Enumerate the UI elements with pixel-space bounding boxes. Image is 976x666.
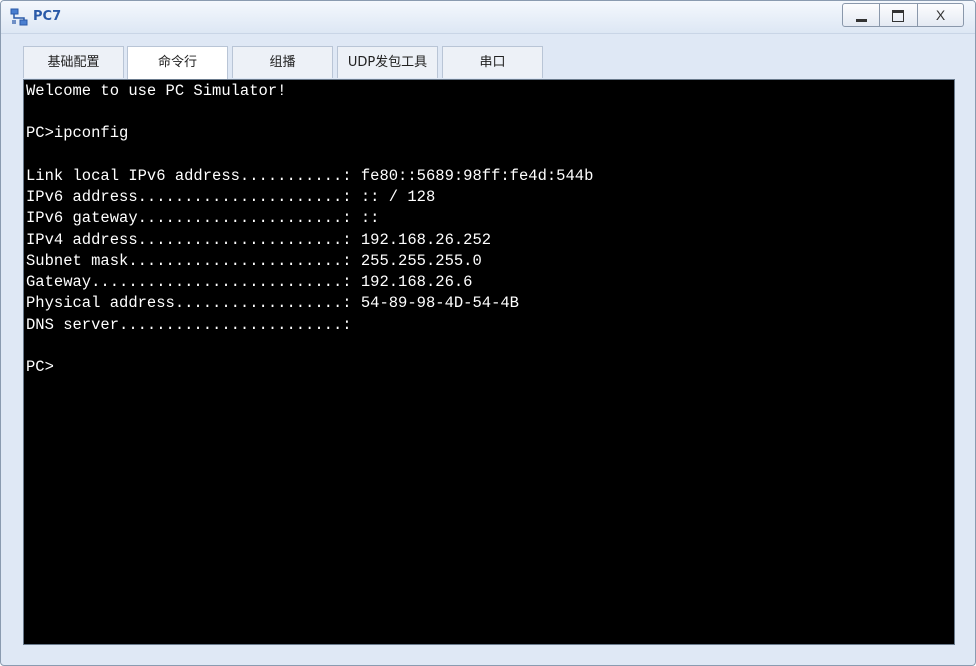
pc-network-icon xyxy=(10,8,28,26)
terminal-line: PC>ipconfig xyxy=(26,124,129,142)
title-bar[interactable]: PC7 X xyxy=(1,1,975,34)
terminal-line: IPv6 gateway......................: :: xyxy=(26,209,380,227)
terminal-line: Link local IPv6 address...........: fe80… xyxy=(26,167,594,185)
terminal-line: IPv6 address......................: :: /… xyxy=(26,188,436,206)
tab-udp-packet-tool[interactable]: UDP发包工具 xyxy=(337,46,438,78)
window-title: PC7 xyxy=(33,9,62,24)
terminal-line: Subnet mask.......................: 255.… xyxy=(26,252,482,270)
minimize-icon xyxy=(856,19,867,22)
close-icon: X xyxy=(935,7,946,23)
pc-simulator-window: PC7 X 基础配置 命令行 组播 UDP发包工具 串口 Welcome to … xyxy=(0,0,976,666)
terminal-line: Gateway...........................: 192.… xyxy=(26,273,473,291)
tab-serial-port[interactable]: 串口 xyxy=(442,46,543,78)
terminal-prompt: PC> xyxy=(26,358,54,376)
command-terminal[interactable]: Welcome to use PC Simulator! PC>ipconfig… xyxy=(23,79,955,645)
tab-multicast[interactable]: 组播 xyxy=(232,46,333,78)
terminal-line: Physical address..................: 54-8… xyxy=(26,294,519,312)
terminal-line: DNS server........................: xyxy=(26,316,352,334)
tab-basic-config[interactable]: 基础配置 xyxy=(23,46,124,78)
maximize-icon xyxy=(892,10,904,22)
maximize-button[interactable] xyxy=(880,3,918,27)
close-button[interactable]: X xyxy=(918,3,964,27)
minimize-button[interactable] xyxy=(842,3,880,27)
terminal-line: Welcome to use PC Simulator! xyxy=(26,82,287,100)
terminal-line: IPv4 address......................: 192.… xyxy=(26,231,492,249)
tab-command-line[interactable]: 命令行 xyxy=(127,46,228,79)
